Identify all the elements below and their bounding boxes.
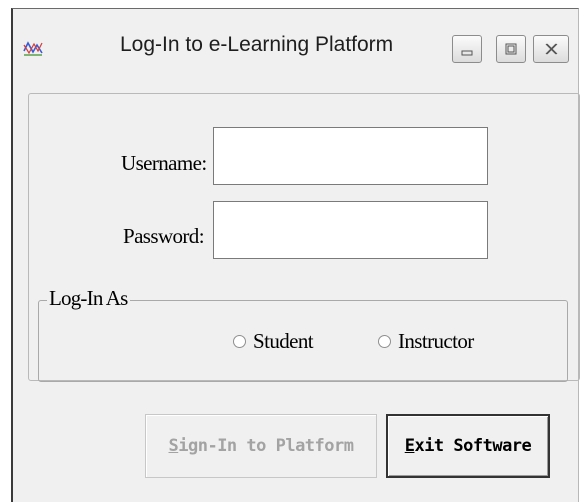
exit-label: xit Software	[414, 436, 532, 456]
radio-circle-icon[interactable]	[233, 335, 246, 348]
minimize-icon	[461, 50, 473, 56]
sign-in-label: ign-In to Platform	[178, 436, 354, 456]
window-title: Log-In to e-Learning Platform	[120, 33, 394, 56]
username-label: Username:	[121, 151, 207, 175]
chart-app-icon	[23, 41, 43, 56]
radio-student-label[interactable]: Student	[253, 329, 314, 354]
login-as-legend: Log-In As	[47, 286, 130, 311]
exit-software-button[interactable]: Exit Software	[386, 414, 550, 478]
minimize-button[interactable]	[452, 35, 482, 63]
password-label: Password:	[123, 224, 205, 248]
maximize-button[interactable]	[496, 35, 526, 63]
maximize-icon	[505, 43, 517, 55]
sign-in-mnemonic: S	[168, 436, 179, 456]
exit-mnemonic: E	[404, 436, 415, 456]
username-input[interactable]	[213, 127, 488, 185]
close-icon	[545, 43, 558, 55]
radio-circle-icon[interactable]	[378, 335, 391, 348]
sign-in-button[interactable]: Sign-In to Platform	[145, 414, 377, 478]
title-bar[interactable]: Log-In to e-Learning Platform	[13, 9, 578, 89]
close-button[interactable]	[533, 35, 569, 63]
radio-instructor-label[interactable]: Instructor	[398, 329, 474, 354]
password-input[interactable]	[213, 201, 488, 259]
login-window: Log-In to e-Learning Platform Username: …	[11, 8, 580, 502]
